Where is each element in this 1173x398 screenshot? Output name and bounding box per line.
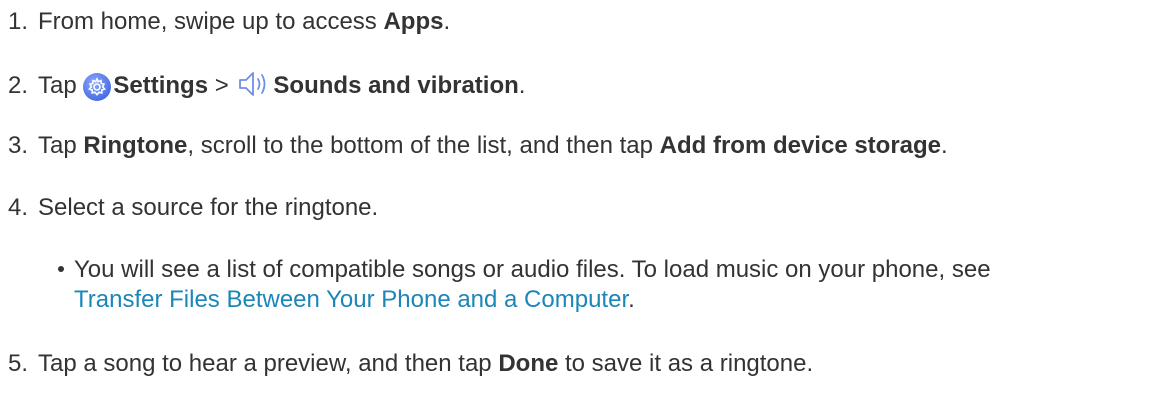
step-text: Tap (38, 72, 77, 99)
apps-label: Apps (383, 8, 444, 35)
step-punctuation: . (518, 72, 526, 99)
settings-label: Settings (113, 72, 209, 99)
step-text: , scroll to the bottom of the list, and … (187, 132, 660, 159)
step-text: to save it as a ringtone. (558, 350, 814, 377)
bullet-dot (58, 266, 64, 272)
step-number: 2. (8, 72, 29, 99)
breadcrumb-separator: > (214, 72, 229, 99)
done-label: Done (498, 350, 559, 377)
step-4: 4. Select a source for the ringtone. (8, 193, 378, 223)
instructions-document: 1. From home, swipe up to access Apps. 2.… (0, 0, 1173, 398)
step-text: Tap a song to hear a preview, and then t… (38, 350, 499, 377)
bullet-punctuation: . (628, 286, 635, 313)
transfer-files-link[interactable]: Transfer Files Between Your Phone and a … (74, 286, 628, 313)
step-punctuation: . (443, 8, 451, 35)
speaker-icon (237, 69, 271, 107)
ringtone-label: Ringtone (83, 132, 188, 159)
step-number: 3. (8, 132, 29, 159)
step-number: 1. (8, 8, 29, 35)
bullet-item: You will see a list of compatible songs … (58, 255, 991, 315)
add-from-device-storage-label: Add from device storage (659, 132, 942, 159)
step-punctuation: . (941, 132, 948, 159)
step-number: 4. (8, 194, 29, 221)
step-number: 5. (8, 350, 29, 377)
step-3: 3. Tap Ringtone, scroll to the bottom of … (8, 131, 948, 161)
step-text: From home, swipe up to access (38, 8, 384, 35)
settings-gear-icon (83, 73, 112, 101)
step-5: 5. Tap a song to hear a preview, and then… (8, 349, 813, 379)
bullet-text: You will see a list of compatible songs … (74, 256, 991, 283)
step-text: Tap (38, 132, 84, 159)
step-1: 1. From home, swipe up to access Apps. (8, 7, 450, 37)
sounds-and-vibration-label: Sounds and vibration (273, 72, 519, 99)
step-2: 2. Tap Settings > Sounds and vibration. (8, 69, 525, 107)
step-text: Select a source for the ringtone. (38, 194, 379, 221)
